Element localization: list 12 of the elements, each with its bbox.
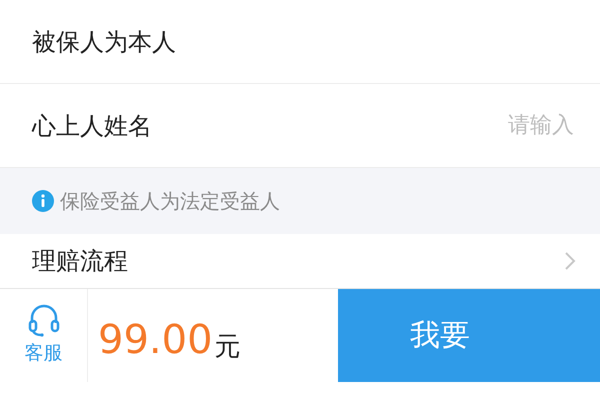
field-label: 心上人姓名	[32, 110, 152, 142]
field-label: 被保人为本人	[32, 26, 176, 58]
link-row[interactable]: 理赔流程	[0, 234, 600, 288]
notice-text: 保险受益人为法定受益人	[60, 188, 280, 215]
customer-service-button[interactable]: 客服	[0, 289, 88, 382]
info-icon	[32, 190, 54, 212]
chevron-right-icon	[564, 251, 576, 271]
purchase-button[interactable]: 我要	[338, 289, 600, 382]
headset-icon	[26, 303, 60, 338]
currency-unit: 元	[214, 334, 241, 360]
name-input-field[interactable]: 请输入	[414, 109, 574, 142]
price: 99.00	[98, 320, 213, 360]
